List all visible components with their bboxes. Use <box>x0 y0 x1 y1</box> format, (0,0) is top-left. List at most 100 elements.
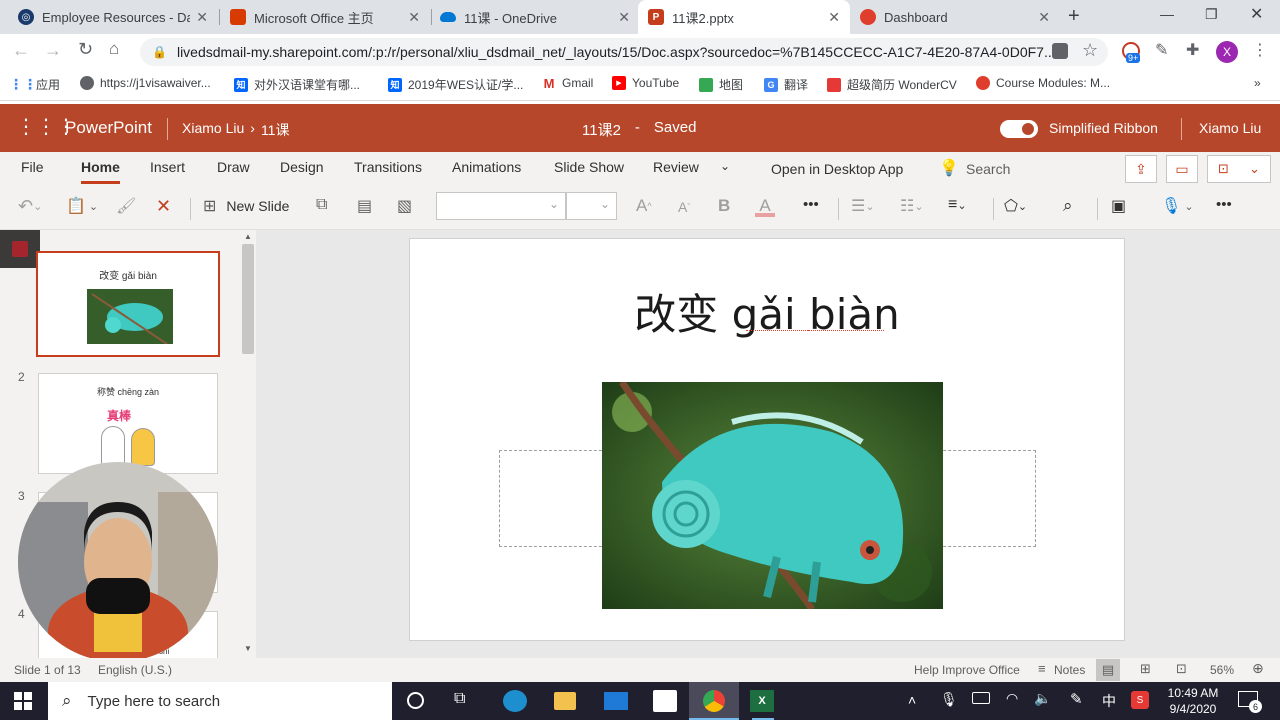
ime-indicator[interactable]: 中 <box>1102 691 1116 711</box>
mail-icon[interactable] <box>604 692 628 710</box>
puzzle-icon[interactable]: ✚ <box>1186 40 1199 60</box>
tab-design[interactable]: Design <box>280 159 324 175</box>
file-explorer-icon[interactable] <box>554 692 576 710</box>
picture-icon[interactable]: ▧ <box>397 196 412 216</box>
decrease-font-icon[interactable]: Aˇ <box>678 199 690 215</box>
task-view-icon[interactable]: ⧉ <box>454 690 465 708</box>
star-icon[interactable]: ☆ <box>1082 40 1098 61</box>
chrome-taskbar-button[interactable] <box>689 682 739 720</box>
excel-icon[interactable]: X <box>750 690 774 712</box>
numbering-icon[interactable]: ☷ ⌄ <box>900 196 924 216</box>
bookmark-canvas[interactable]: Course Modules: M... <box>976 76 1110 90</box>
slide-thumbnail-2[interactable]: 称赞 chēng zàn 真棒 <box>38 373 218 474</box>
tab-slide-show[interactable]: Slide Show <box>554 159 624 175</box>
present-button[interactable]: ⊡ ⌄ <box>1207 155 1271 183</box>
share-icon[interactable]: ⇪ <box>1125 155 1157 183</box>
format-painter-icon[interactable]: 🖌 <box>116 196 136 216</box>
app-name[interactable]: PowerPoint <box>65 118 152 138</box>
user-name[interactable]: Xiamo Liu <box>1199 120 1261 136</box>
reading-view-icon[interactable]: ⊡ <box>1176 661 1187 677</box>
browser-tab-office[interactable]: Microsoft Office 主页 ✕ <box>220 0 430 34</box>
edge-icon[interactable] <box>503 690 527 712</box>
tab-home[interactable]: Home <box>81 159 120 175</box>
notes-button[interactable]: Notes <box>1054 663 1085 677</box>
font-name-select[interactable]: ⌄ <box>436 192 566 220</box>
back-icon[interactable]: ← <box>12 40 30 61</box>
shapes-icon[interactable]: ⬠ ⌄ <box>1004 196 1027 216</box>
bullets-icon[interactable]: ☰ ⌄ <box>851 196 875 216</box>
undo-icon[interactable]: ↶ ⌄ <box>18 196 42 217</box>
clock[interactable]: 10:49 AM 9/4/2020 <box>1160 685 1226 717</box>
home-icon[interactable]: ⌂ <box>109 39 119 59</box>
tab-review[interactable]: Review <box>653 159 699 175</box>
minimize-icon[interactable]: — <box>1160 6 1174 22</box>
tab-insert[interactable]: Insert <box>150 159 185 175</box>
paste-icon[interactable]: 📋 ⌄ <box>66 196 98 216</box>
more-options-icon[interactable]: ••• <box>1216 196 1232 213</box>
close-icon[interactable]: ✕ <box>1038 9 1050 26</box>
document-title-area[interactable]: 11课2 - Saved <box>582 119 696 140</box>
volume-icon[interactable]: 🔈 <box>1034 690 1051 707</box>
browser-tab-pptx[interactable]: P 11课2.pptx ✕ <box>638 0 850 34</box>
scroll-up-icon[interactable]: ▲ <box>244 232 252 241</box>
pen-icon[interactable]: ✎ <box>1070 690 1083 708</box>
bookmark-j1visa[interactable]: https://j1visawaiver... <box>80 76 211 90</box>
tab-animations[interactable]: Animations <box>452 159 521 175</box>
tab-draw[interactable]: Draw <box>217 159 250 175</box>
tab-transitions[interactable]: Transitions <box>354 159 422 175</box>
align-icon[interactable]: ≡ ⌄ <box>948 196 967 214</box>
forward-icon[interactable]: → <box>44 40 62 61</box>
bookmark-maps[interactable]: 地图 <box>699 76 743 93</box>
dictate-icon[interactable]: 🎙 ⌄ <box>1161 196 1194 216</box>
chevron-up-icon[interactable]: ˄ <box>908 692 916 708</box>
slide-thumbnail-1[interactable]: 改变 gǎi biàn <box>36 251 220 357</box>
close-icon[interactable]: ✕ <box>408 9 420 26</box>
layout-icon[interactable]: ▤ <box>357 196 372 216</box>
scrollbar-thumb[interactable] <box>242 244 254 354</box>
new-slide-button[interactable]: ⊞ New Slide <box>203 196 289 216</box>
close-icon[interactable]: ✕ <box>196 9 208 26</box>
microphone-icon[interactable]: 🎙 <box>940 691 958 708</box>
restore-icon[interactable]: ❐ <box>1205 6 1218 23</box>
increase-font-icon[interactable]: A ^ <box>636 196 652 216</box>
new-tab-icon[interactable]: + <box>1068 5 1080 28</box>
bold-button[interactable]: B <box>718 196 730 216</box>
kebab-menu-icon[interactable]: ⋮ <box>1252 40 1268 60</box>
breadcrumb-owner[interactable]: Xiamo Liu <box>182 120 244 140</box>
delete-icon[interactable]: ✕ <box>156 196 171 217</box>
thumbnail-scrollbar[interactable]: ▲ ▼ <box>240 230 256 658</box>
windows-start-icon[interactable] <box>14 692 32 710</box>
close-window-icon[interactable]: ✕ <box>1250 4 1263 24</box>
bookmarks-overflow-icon[interactable]: » <box>1254 76 1261 90</box>
comments-icon[interactable]: ▭ <box>1166 155 1198 183</box>
pen-extension-icon[interactable]: ✎ <box>1155 40 1168 60</box>
normal-view-icon[interactable]: ▤ <box>1096 659 1120 681</box>
language-indicator[interactable]: English (U.S.) <box>98 663 172 677</box>
bookmark-gmail[interactable]: M Gmail <box>542 76 594 91</box>
browser-tab-employee-resources[interactable]: ◎ Employee Resources - Davis ✕ <box>8 0 218 34</box>
help-improve-office-link[interactable]: Help Improve Office <box>914 663 1020 677</box>
more-font-options-icon[interactable]: ••• <box>803 196 819 213</box>
wifi-icon[interactable]: ◠ <box>1006 690 1018 707</box>
breadcrumb-folder[interactable]: 11课 <box>261 120 290 140</box>
translate-icon[interactable] <box>1052 43 1068 59</box>
chevron-down-icon[interactable]: ⌄ <box>720 159 730 173</box>
open-desktop-app-button[interactable]: Open in Desktop App <box>771 161 903 177</box>
url-field[interactable]: 🔒 livedsdmail-my.sharepoint.com/:p:/r/pe… <box>140 38 1108 66</box>
browser-tab-onedrive[interactable]: 11课 - OneDrive ✕ <box>430 0 640 34</box>
designer-icon[interactable]: ▣ <box>1111 196 1126 216</box>
close-icon[interactable]: ✕ <box>828 9 840 26</box>
font-color-button[interactable]: A <box>755 196 775 217</box>
store-icon[interactable] <box>653 690 677 712</box>
bookmark-zhihu-1[interactable]: 知 对外汉语课堂有哪... <box>234 76 360 93</box>
search-input[interactable]: Search <box>966 161 1010 177</box>
bookmark-zhihu-2[interactable]: 知 2019年WES认证/学... <box>388 76 523 93</box>
zoom-level[interactable]: 56% <box>1210 663 1234 677</box>
bookmark-wondercv[interactable]: 超级简历 WonderCV <box>827 76 957 93</box>
scroll-down-icon[interactable]: ▼ <box>244 644 252 653</box>
slide-title[interactable]: 改变 gǎi biàn <box>410 281 1124 342</box>
find-icon[interactable]: ⌕ <box>1063 196 1073 216</box>
bookmark-apps[interactable]: ⋮⋮ 应用 <box>9 76 60 93</box>
tab-file[interactable]: File <box>21 159 44 175</box>
chameleon-image[interactable] <box>602 382 943 609</box>
